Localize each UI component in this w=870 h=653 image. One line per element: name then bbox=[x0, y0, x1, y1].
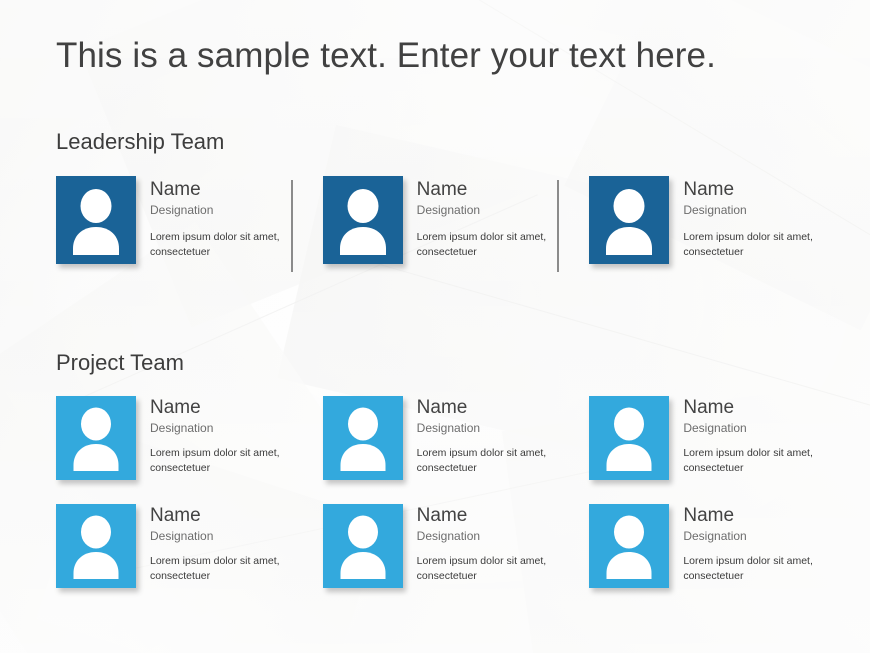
card-divider bbox=[557, 180, 560, 272]
team-member-card[interactable]: Name Designation Lorem ipsum dolor sit a… bbox=[56, 176, 323, 272]
card-text: Name Designation Lorem ipsum dolor sit a… bbox=[136, 396, 300, 477]
team-member-card[interactable]: Name Designation Lorem ipsum dolor sit a… bbox=[56, 504, 323, 588]
member-name: Name bbox=[416, 505, 468, 526]
avatar bbox=[322, 504, 403, 588]
team-member-card[interactable]: Name Designation Lorem ipsum dolor sit a… bbox=[322, 396, 590, 480]
member-name: Name bbox=[683, 397, 735, 418]
member-name: Name bbox=[150, 397, 201, 418]
card-text: Name Designation Lorem ipsum dolor sit a… bbox=[669, 176, 833, 261]
member-name: Name bbox=[150, 179, 201, 200]
card-text: Name Designation Lorem ipsum dolor sit a… bbox=[136, 176, 300, 261]
member-designation: Designation bbox=[683, 202, 747, 217]
avatar bbox=[56, 176, 136, 264]
leadership-team-row: Name Designation Lorem ipsum dolor sit a… bbox=[56, 176, 856, 272]
avatar bbox=[322, 176, 403, 264]
card-text: Name Designation Lorem ipsum dolor sit a… bbox=[403, 396, 567, 477]
section-heading-project: Project Team bbox=[56, 350, 184, 375]
avatar bbox=[589, 504, 670, 588]
member-designation: Designation bbox=[150, 528, 214, 543]
member-description: Lorem ipsum dolor sit amet, consectetuer bbox=[150, 447, 280, 475]
team-member-card[interactable]: Name Designation Lorem ipsum dolor sit a… bbox=[56, 396, 323, 480]
presentation-slide: This is a sample text. Enter your text h… bbox=[0, 0, 870, 653]
member-description: Lorem ipsum dolor sit amet, consectetuer bbox=[150, 555, 280, 583]
team-member-card[interactable]: Name Designation Lorem ipsum dolor sit a… bbox=[589, 396, 856, 480]
avatar bbox=[589, 176, 670, 264]
member-designation: Designation bbox=[416, 528, 481, 543]
card-text: Name Designation Lorem ipsum dolor sit a… bbox=[403, 504, 567, 585]
member-description: Lorem ipsum dolor sit amet, consectetuer bbox=[683, 231, 813, 259]
avatar bbox=[589, 396, 670, 480]
member-designation: Designation bbox=[416, 420, 481, 435]
member-description: Lorem ipsum dolor sit amet, consectetuer bbox=[416, 231, 547, 259]
member-designation: Designation bbox=[416, 202, 481, 217]
team-member-card[interactable]: Name Designation Lorem ipsum dolor sit a… bbox=[589, 176, 856, 264]
card-text: Name Designation Lorem ipsum dolor sit a… bbox=[669, 396, 833, 477]
card-text: Name Designation Lorem ipsum dolor sit a… bbox=[136, 504, 300, 585]
section-heading-leadership: Leadership Team bbox=[56, 129, 225, 154]
team-member-card[interactable]: Name Designation Lorem ipsum dolor sit a… bbox=[589, 504, 856, 588]
project-team-row-1: Name Designation Lorem ipsum dolor sit a… bbox=[56, 396, 856, 480]
project-team-row-2: Name Designation Lorem ipsum dolor sit a… bbox=[56, 504, 856, 588]
background-line bbox=[340, 252, 870, 409]
member-description: Lorem ipsum dolor sit amet, consectetuer bbox=[416, 447, 547, 475]
avatar bbox=[56, 504, 136, 588]
member-designation: Designation bbox=[150, 420, 214, 435]
team-member-card[interactable]: Name Designation Lorem ipsum dolor sit a… bbox=[322, 176, 590, 272]
member-designation: Designation bbox=[150, 202, 214, 217]
slide-title: This is a sample text. Enter your text h… bbox=[56, 36, 716, 75]
card-text: Name Designation Lorem ipsum dolor sit a… bbox=[669, 504, 833, 585]
member-description: Lorem ipsum dolor sit amet, consectetuer bbox=[150, 231, 280, 259]
member-designation: Designation bbox=[683, 528, 747, 543]
card-text: Name Designation Lorem ipsum dolor sit a… bbox=[403, 176, 567, 261]
member-description: Lorem ipsum dolor sit amet, consectetuer bbox=[416, 555, 547, 583]
member-name: Name bbox=[416, 397, 468, 418]
member-designation: Designation bbox=[683, 420, 747, 435]
member-name: Name bbox=[683, 505, 735, 526]
card-divider bbox=[290, 180, 293, 272]
avatar bbox=[322, 396, 403, 480]
avatar bbox=[56, 396, 136, 480]
member-description: Lorem ipsum dolor sit amet, consectetuer bbox=[683, 447, 813, 475]
team-member-card[interactable]: Name Designation Lorem ipsum dolor sit a… bbox=[322, 504, 590, 588]
member-description: Lorem ipsum dolor sit amet, consectetuer bbox=[683, 555, 813, 583]
member-name: Name bbox=[150, 505, 201, 526]
member-name: Name bbox=[683, 179, 735, 200]
member-name: Name bbox=[416, 179, 468, 200]
